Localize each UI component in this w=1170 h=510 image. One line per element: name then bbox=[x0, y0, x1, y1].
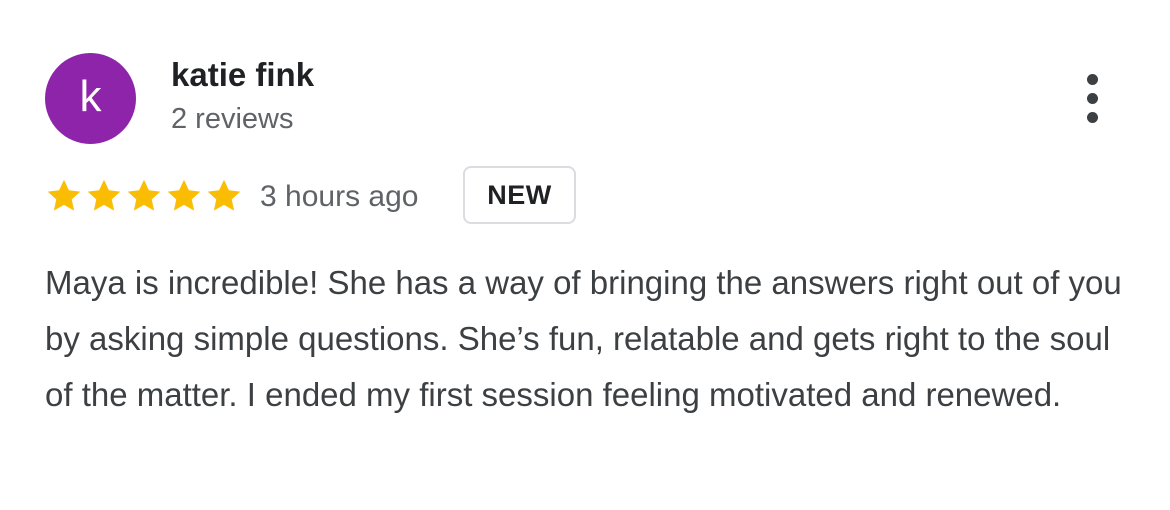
reviewer-name[interactable]: katie fink bbox=[171, 55, 314, 95]
review-time: 3 hours ago bbox=[260, 180, 419, 213]
more-vert-icon-dot bbox=[1086, 73, 1098, 85]
star-icon bbox=[167, 179, 201, 211]
more-options-button[interactable] bbox=[1072, 68, 1112, 128]
review-text: Maya is incredible! She has a way of bri… bbox=[45, 264, 1122, 413]
star-icon bbox=[47, 179, 81, 211]
star-icon bbox=[207, 179, 241, 211]
more-vert-icon-dot bbox=[1086, 111, 1098, 123]
avatar[interactable]: k bbox=[45, 53, 136, 144]
star-rating bbox=[45, 176, 243, 216]
reviews-count[interactable]: 2 reviews bbox=[171, 101, 294, 137]
star-icon bbox=[127, 179, 161, 211]
avatar-initial: k bbox=[79, 71, 102, 121]
new-badge: NEW bbox=[463, 166, 576, 224]
more-vert-icon-dot bbox=[1086, 92, 1098, 104]
star-icon bbox=[87, 179, 121, 211]
